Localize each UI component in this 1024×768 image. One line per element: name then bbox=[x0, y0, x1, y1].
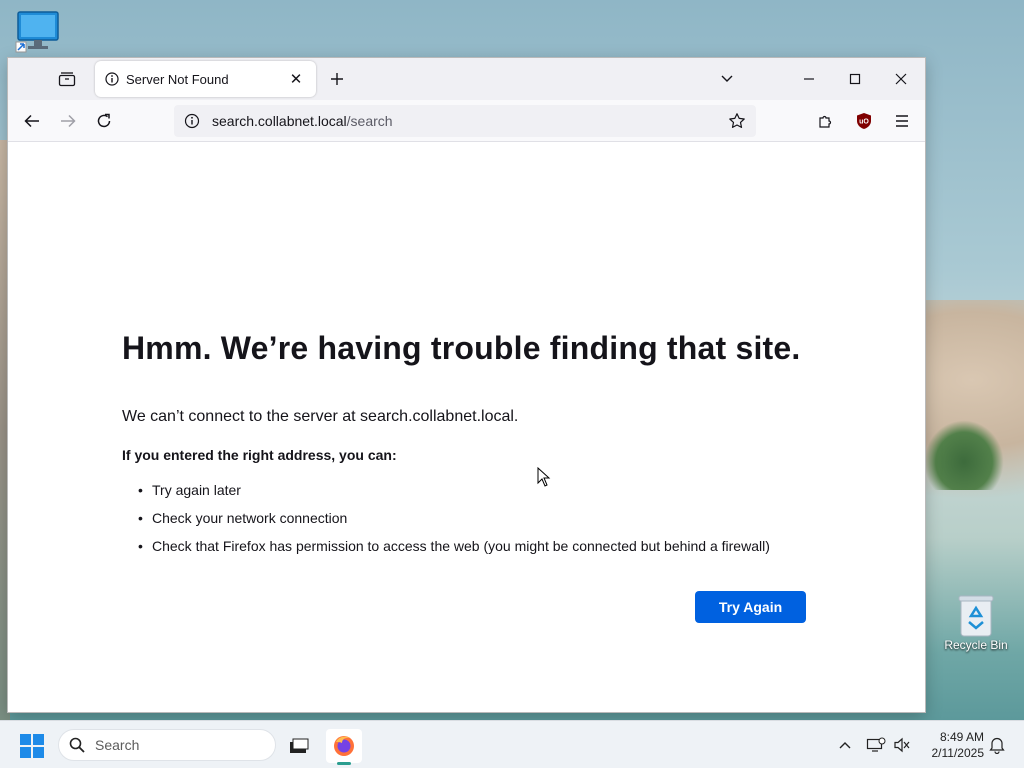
error-subheading: If you entered the right address, you ca… bbox=[122, 447, 397, 463]
app-menu-button[interactable] bbox=[886, 107, 918, 135]
active-app-indicator bbox=[337, 762, 351, 765]
windows-logo-tile bbox=[20, 734, 31, 745]
url-host: search.collabnet.local bbox=[212, 113, 347, 129]
show-hidden-icons-button[interactable] bbox=[833, 733, 857, 757]
extensions-button[interactable] bbox=[810, 107, 842, 135]
mouse-cursor-icon bbox=[537, 467, 551, 487]
forward-button[interactable] bbox=[52, 107, 84, 135]
bell-icon bbox=[989, 737, 1005, 754]
volume-button[interactable] bbox=[890, 733, 914, 757]
tab-title: Server Not Found bbox=[126, 71, 229, 87]
windows-logo-tile bbox=[33, 747, 44, 758]
info-icon bbox=[105, 72, 119, 86]
url-bar[interactable]: search.collabnet.local/search bbox=[174, 105, 756, 137]
arrow-right-icon bbox=[61, 114, 76, 128]
reload-icon bbox=[97, 113, 111, 128]
plus-icon bbox=[331, 73, 343, 85]
network-icon bbox=[866, 737, 886, 752]
windows-logo-tile bbox=[33, 734, 44, 745]
volume-muted-icon bbox=[894, 737, 910, 753]
chevron-up-icon bbox=[839, 742, 851, 749]
recycle-bin-label: Recycle Bin bbox=[944, 638, 1008, 652]
start-button[interactable] bbox=[20, 734, 44, 758]
list-item: Check that Firefox has permission to acc… bbox=[122, 536, 770, 564]
hamburger-menu-icon bbox=[896, 115, 908, 127]
minimize-icon bbox=[804, 78, 814, 80]
error-title: Hmm. We’re having trouble finding that s… bbox=[122, 330, 801, 366]
try-again-button[interactable]: Try Again bbox=[695, 591, 806, 623]
ublock-shield-icon: uO bbox=[857, 113, 871, 129]
close-window-button[interactable] bbox=[878, 58, 924, 100]
reload-button[interactable] bbox=[88, 107, 120, 135]
firefox-view-icon bbox=[58, 72, 76, 87]
site-info-icon[interactable] bbox=[184, 113, 200, 129]
back-button[interactable] bbox=[16, 107, 48, 135]
maximize-button[interactable] bbox=[832, 58, 878, 100]
ublock-origin-button[interactable]: uO bbox=[848, 107, 880, 135]
tab-server-not-found[interactable]: Server Not Found ✕ bbox=[95, 61, 316, 97]
svg-text:uO: uO bbox=[859, 119, 869, 126]
search-icon bbox=[69, 737, 85, 753]
new-tab-button[interactable] bbox=[324, 67, 350, 91]
taskbar: Search 8:49 AM 2/11/2025 bbox=[0, 720, 1024, 768]
list-item: Check your network connection bbox=[122, 508, 770, 536]
desktop-monitor-icon[interactable] bbox=[14, 10, 62, 54]
notifications-button[interactable] bbox=[985, 733, 1009, 757]
arrow-left-icon bbox=[24, 114, 39, 128]
error-description: We can’t connect to the server at search… bbox=[122, 408, 519, 425]
puzzle-icon bbox=[819, 115, 832, 128]
firefox-icon bbox=[334, 736, 354, 756]
url-text[interactable]: search.collabnet.local/search bbox=[212, 113, 728, 129]
firefox-view-button[interactable] bbox=[54, 67, 80, 91]
list-all-tabs-button[interactable] bbox=[704, 58, 750, 100]
search-label: Search bbox=[95, 737, 140, 753]
tab-bar: Server Not Found ✕ bbox=[8, 58, 925, 100]
chevron-down-icon bbox=[721, 75, 733, 82]
windows-logo-tile bbox=[20, 747, 31, 758]
suggestion-list: Try again later Check your network conne… bbox=[122, 480, 770, 564]
taskbar-search[interactable]: Search bbox=[58, 729, 276, 761]
task-view-button[interactable] bbox=[281, 729, 317, 763]
wallpaper-trees bbox=[924, 420, 1004, 490]
desktop-recycle-bin[interactable]: Recycle Bin bbox=[940, 594, 1012, 652]
bookmark-star-icon[interactable] bbox=[728, 112, 746, 130]
recycle-bin-icon bbox=[958, 595, 994, 637]
navigation-toolbar: search.collabnet.local/search uO bbox=[8, 100, 925, 142]
taskbar-firefox[interactable] bbox=[326, 729, 362, 765]
page-content: Hmm. We’re having trouble finding that s… bbox=[8, 142, 925, 712]
clock-time: 8:49 AM bbox=[939, 730, 984, 744]
maximize-icon bbox=[849, 73, 861, 85]
tab-close-icon[interactable]: ✕ bbox=[286, 69, 306, 89]
system-clock[interactable]: 8:49 AM 2/11/2025 bbox=[918, 729, 985, 761]
close-icon bbox=[895, 73, 907, 85]
minimize-button[interactable] bbox=[786, 58, 832, 100]
network-status-button[interactable] bbox=[864, 733, 888, 757]
task-view-icon bbox=[290, 738, 309, 753]
list-item: Try again later bbox=[122, 480, 770, 508]
browser-window: Server Not Found ✕ search.collabnet.loca… bbox=[8, 58, 925, 712]
clock-date: 2/11/2025 bbox=[931, 746, 985, 760]
url-path: /search bbox=[346, 113, 393, 129]
